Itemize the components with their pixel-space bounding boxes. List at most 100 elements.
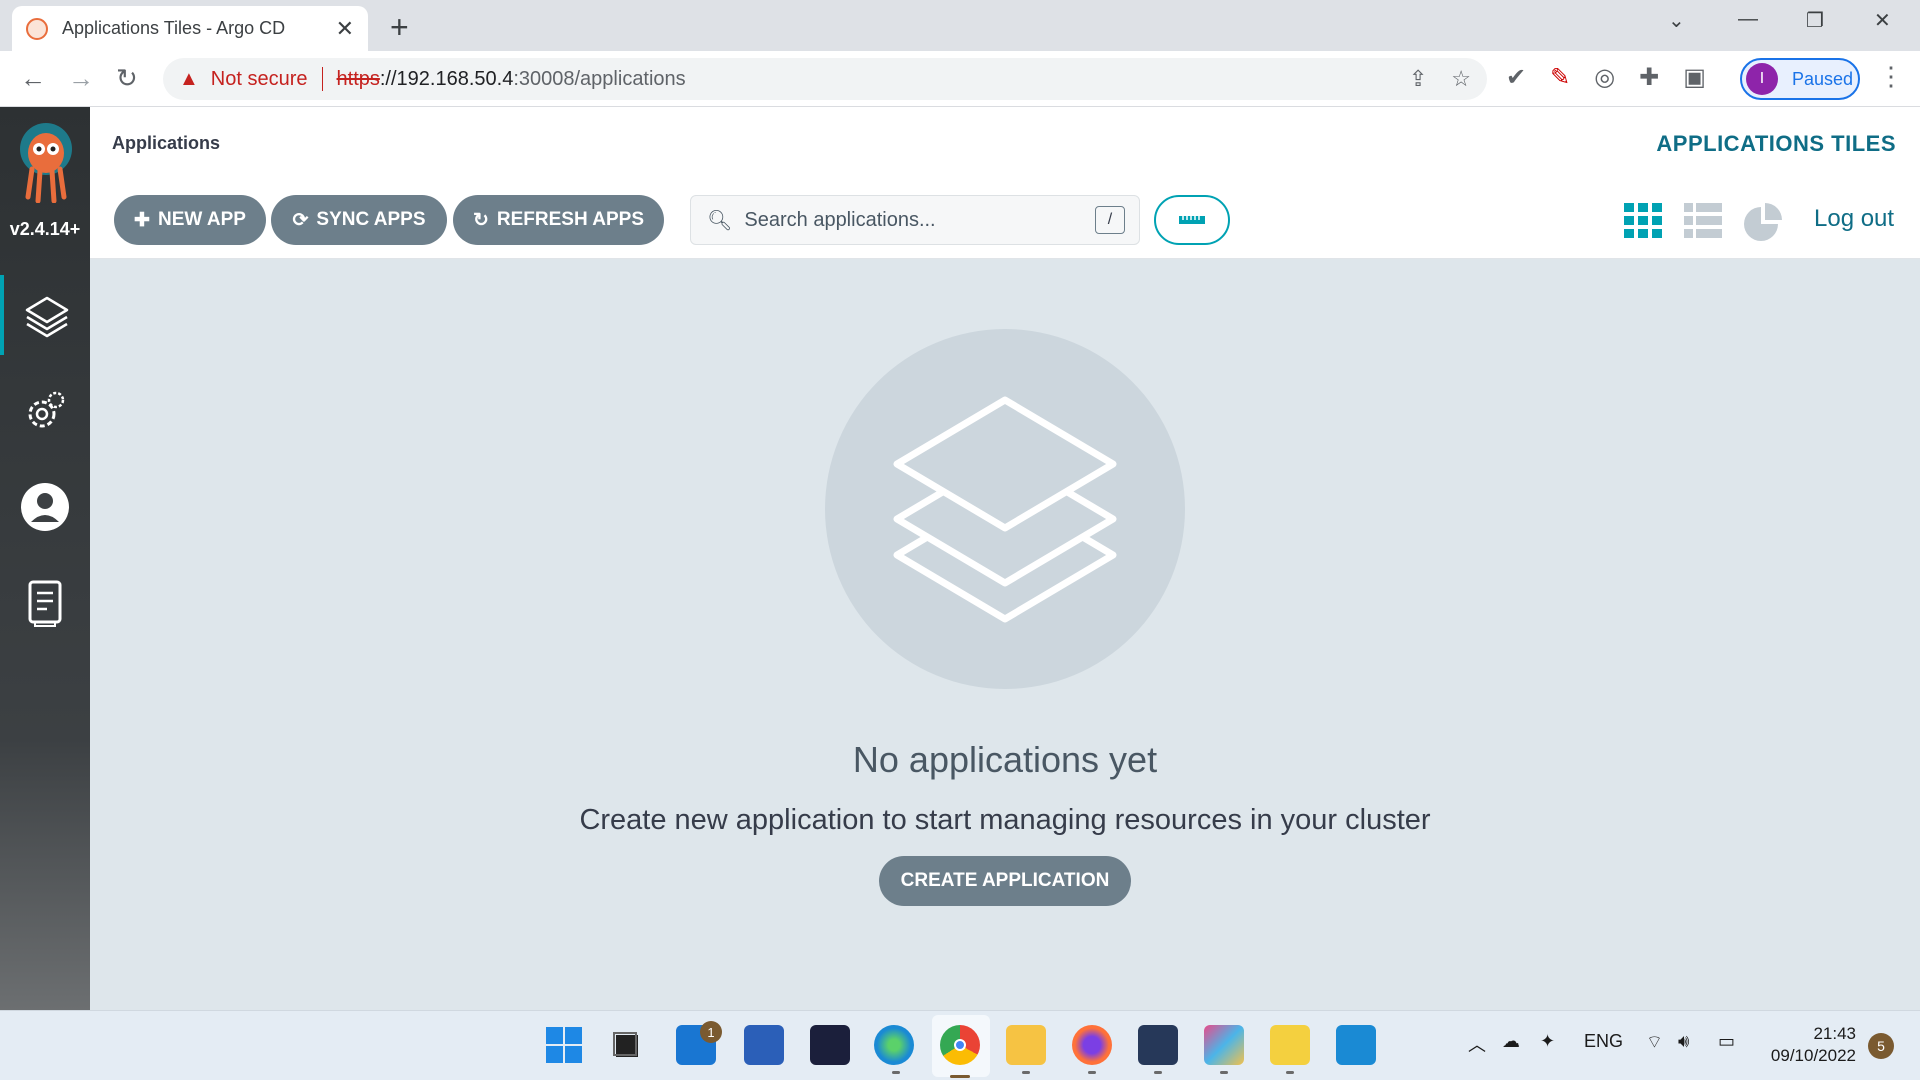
divider — [321, 67, 323, 91]
empty-state-title: No applications yet — [852, 739, 1158, 780]
layers-icon — [25, 296, 69, 338]
breadcrumb[interactable]: Applications — [112, 133, 220, 154]
search-icon: 🔍︎ — [707, 209, 733, 232]
logout-link[interactable]: Log out — [1814, 205, 1894, 233]
windows-start-icon[interactable] — [544, 1025, 584, 1065]
applications-content: No applications yet Create new applicati… — [90, 259, 1920, 1010]
file-explorer-icon[interactable] — [1006, 1025, 1046, 1065]
browser-menu-icon[interactable]: ⋮ — [1878, 61, 1904, 92]
page-title: APPLICATIONS TILES — [1656, 131, 1896, 156]
refresh-apps-label: REFRESH APPS — [496, 209, 645, 230]
running-dot — [1220, 1071, 1228, 1074]
close-tab-icon[interactable]: ✕ — [336, 16, 354, 42]
side-panel-icon[interactable]: ▣ — [1683, 63, 1706, 92]
show-hidden-icons-icon[interactable]: ︿ — [1468, 1031, 1486, 1057]
forward-button[interactable]: → — [68, 63, 94, 94]
bookmark-star-icon[interactable]: ☆ — [1451, 66, 1471, 92]
restore-button[interactable]: ❐ — [1806, 8, 1824, 33]
tiles-view-icon[interactable] — [1624, 203, 1662, 239]
empty-state-description: Create new application to start managing… — [579, 804, 1431, 836]
version-label: v2.4.14+ — [9, 219, 81, 239]
back-button[interactable]: ← — [20, 63, 46, 94]
sidebar-item-applications[interactable] — [0, 275, 90, 355]
warning-icon: ▲ — [179, 67, 199, 90]
refresh-apps-button[interactable]: ↻ REFRESH APPS — [453, 195, 664, 245]
active-indicator — [950, 1075, 970, 1078]
browser-tab[interactable]: Applications Tiles - Argo CD ✕ — [12, 6, 368, 51]
git-gui-icon[interactable] — [1204, 1025, 1244, 1065]
list-view-icon[interactable] — [1684, 203, 1722, 239]
running-dot — [892, 1071, 900, 1074]
running-dot — [1286, 1071, 1294, 1074]
sidebar-item-documentation[interactable] — [0, 563, 90, 643]
page-header: Applications APPLICATIONS TILES — [90, 107, 1920, 183]
tab-title: Applications Tiles - Argo CD — [62, 18, 286, 38]
close-window-button[interactable]: ✕ — [1874, 8, 1891, 33]
os-taskbar: 1 ︿ ☁ ✦ ENG ⌔ 🔊︎ ▭ 21:43 09/10/2022 5 — [0, 1010, 1920, 1080]
running-dot — [1022, 1071, 1030, 1074]
security-label[interactable]: Not secure — [211, 68, 308, 91]
gears-icon — [28, 391, 65, 428]
extensions-puzzle-icon[interactable]: ✚ — [1639, 63, 1659, 92]
omnibox-actions: ⇪ ☆ — [1409, 66, 1471, 92]
reload-button[interactable]: ↻ — [116, 63, 138, 94]
url-path: :30008/applications — [513, 67, 686, 90]
sidebar-item-settings[interactable] — [0, 371, 90, 451]
url-protocol: https — [336, 67, 380, 90]
notification-badge[interactable]: 5 — [1868, 1033, 1894, 1059]
volume-icon[interactable]: 🔊︎ — [1678, 1031, 1689, 1052]
refresh-icon: ↻ — [472, 209, 489, 231]
minimize-button[interactable]: — — [1738, 8, 1758, 31]
filter-toggle-button[interactable] — [1154, 195, 1230, 245]
extensions-bar: ✔ ✎ ◎ ✚ ▣ — [1506, 63, 1706, 92]
extension-check-icon[interactable]: ✔ — [1506, 63, 1526, 92]
profile-button[interactable]: I Paused — [1740, 58, 1860, 100]
browser-toolbar: ← → ↻ ▲ Not secure https ://192.168.50.4… — [0, 51, 1920, 107]
extension-circle-icon[interactable]: ◎ — [1594, 63, 1615, 92]
clock-date: 09/10/2022 — [1770, 1046, 1856, 1065]
user-circle-icon — [21, 483, 69, 531]
store-icon[interactable] — [744, 1025, 784, 1065]
share-icon[interactable]: ⇪ — [1409, 66, 1427, 92]
clock-time: 21:43 — [1813, 1024, 1856, 1043]
battery-icon[interactable]: ▭ — [1718, 1031, 1735, 1052]
wifi-icon[interactable]: ⌔ — [1646, 1031, 1663, 1054]
search-input[interactable] — [744, 208, 1095, 232]
address-bar[interactable]: ▲ Not secure https ://192.168.50.4 :3000… — [163, 58, 1487, 100]
terminal-icon[interactable] — [810, 1025, 850, 1065]
language-indicator[interactable]: ENG — [1584, 1031, 1623, 1052]
chrome-center-icon — [954, 1039, 966, 1051]
task-view-icon[interactable] — [608, 1025, 648, 1065]
url-host: ://192.168.50.4 — [379, 67, 514, 90]
sync-apps-button[interactable]: ⟳ SYNC APPS — [271, 195, 447, 245]
layers-icon — [893, 396, 1117, 623]
plus-icon: ✚ — [134, 209, 150, 231]
create-application-button[interactable]: CREATE APPLICATION — [879, 856, 1131, 906]
running-dot — [1154, 1071, 1162, 1074]
tab-search-icon[interactable]: ⌄ — [1668, 8, 1685, 33]
new-app-button[interactable]: ✚ NEW APP — [114, 195, 266, 245]
onedrive-icon[interactable]: ☁ — [1502, 1031, 1520, 1052]
sync-icon: ⟳ — [292, 209, 309, 231]
system-clock[interactable]: 21:43 09/10/2022 — [1760, 1023, 1856, 1067]
search-box: 🔍︎ / — [690, 195, 1140, 245]
extension-eyedropper-icon[interactable]: ✎ — [1550, 63, 1570, 92]
firefox-icon[interactable] — [1072, 1025, 1112, 1065]
empty-state-illustration — [825, 329, 1185, 689]
new-tab-button[interactable]: + — [390, 9, 409, 46]
edge-browser-icon[interactable] — [874, 1025, 914, 1065]
filezilla-icon[interactable] — [1270, 1025, 1310, 1065]
applications-toolbar: ✚ NEW APP ⟳ SYNC APPS ↻ REFRESH APPS 🔍︎ … — [90, 183, 1920, 259]
sidebar-item-user-info[interactable] — [0, 467, 90, 547]
virtualbox-icon[interactable] — [1138, 1025, 1178, 1065]
new-app-label: NEW APP — [157, 209, 246, 230]
argo-logo-icon[interactable] — [12, 121, 80, 203]
sync-apps-label: SYNC APPS — [316, 209, 426, 230]
avatar: I — [1746, 63, 1778, 95]
running-dot — [1088, 1071, 1096, 1074]
dropbox-icon[interactable]: ✦ — [1540, 1031, 1555, 1052]
vscode-icon[interactable] — [1336, 1025, 1376, 1065]
argo-sidebar: v2.4.14+ — [0, 107, 90, 1010]
pie-view-icon[interactable] — [1744, 203, 1782, 241]
docs-icon — [28, 580, 62, 627]
